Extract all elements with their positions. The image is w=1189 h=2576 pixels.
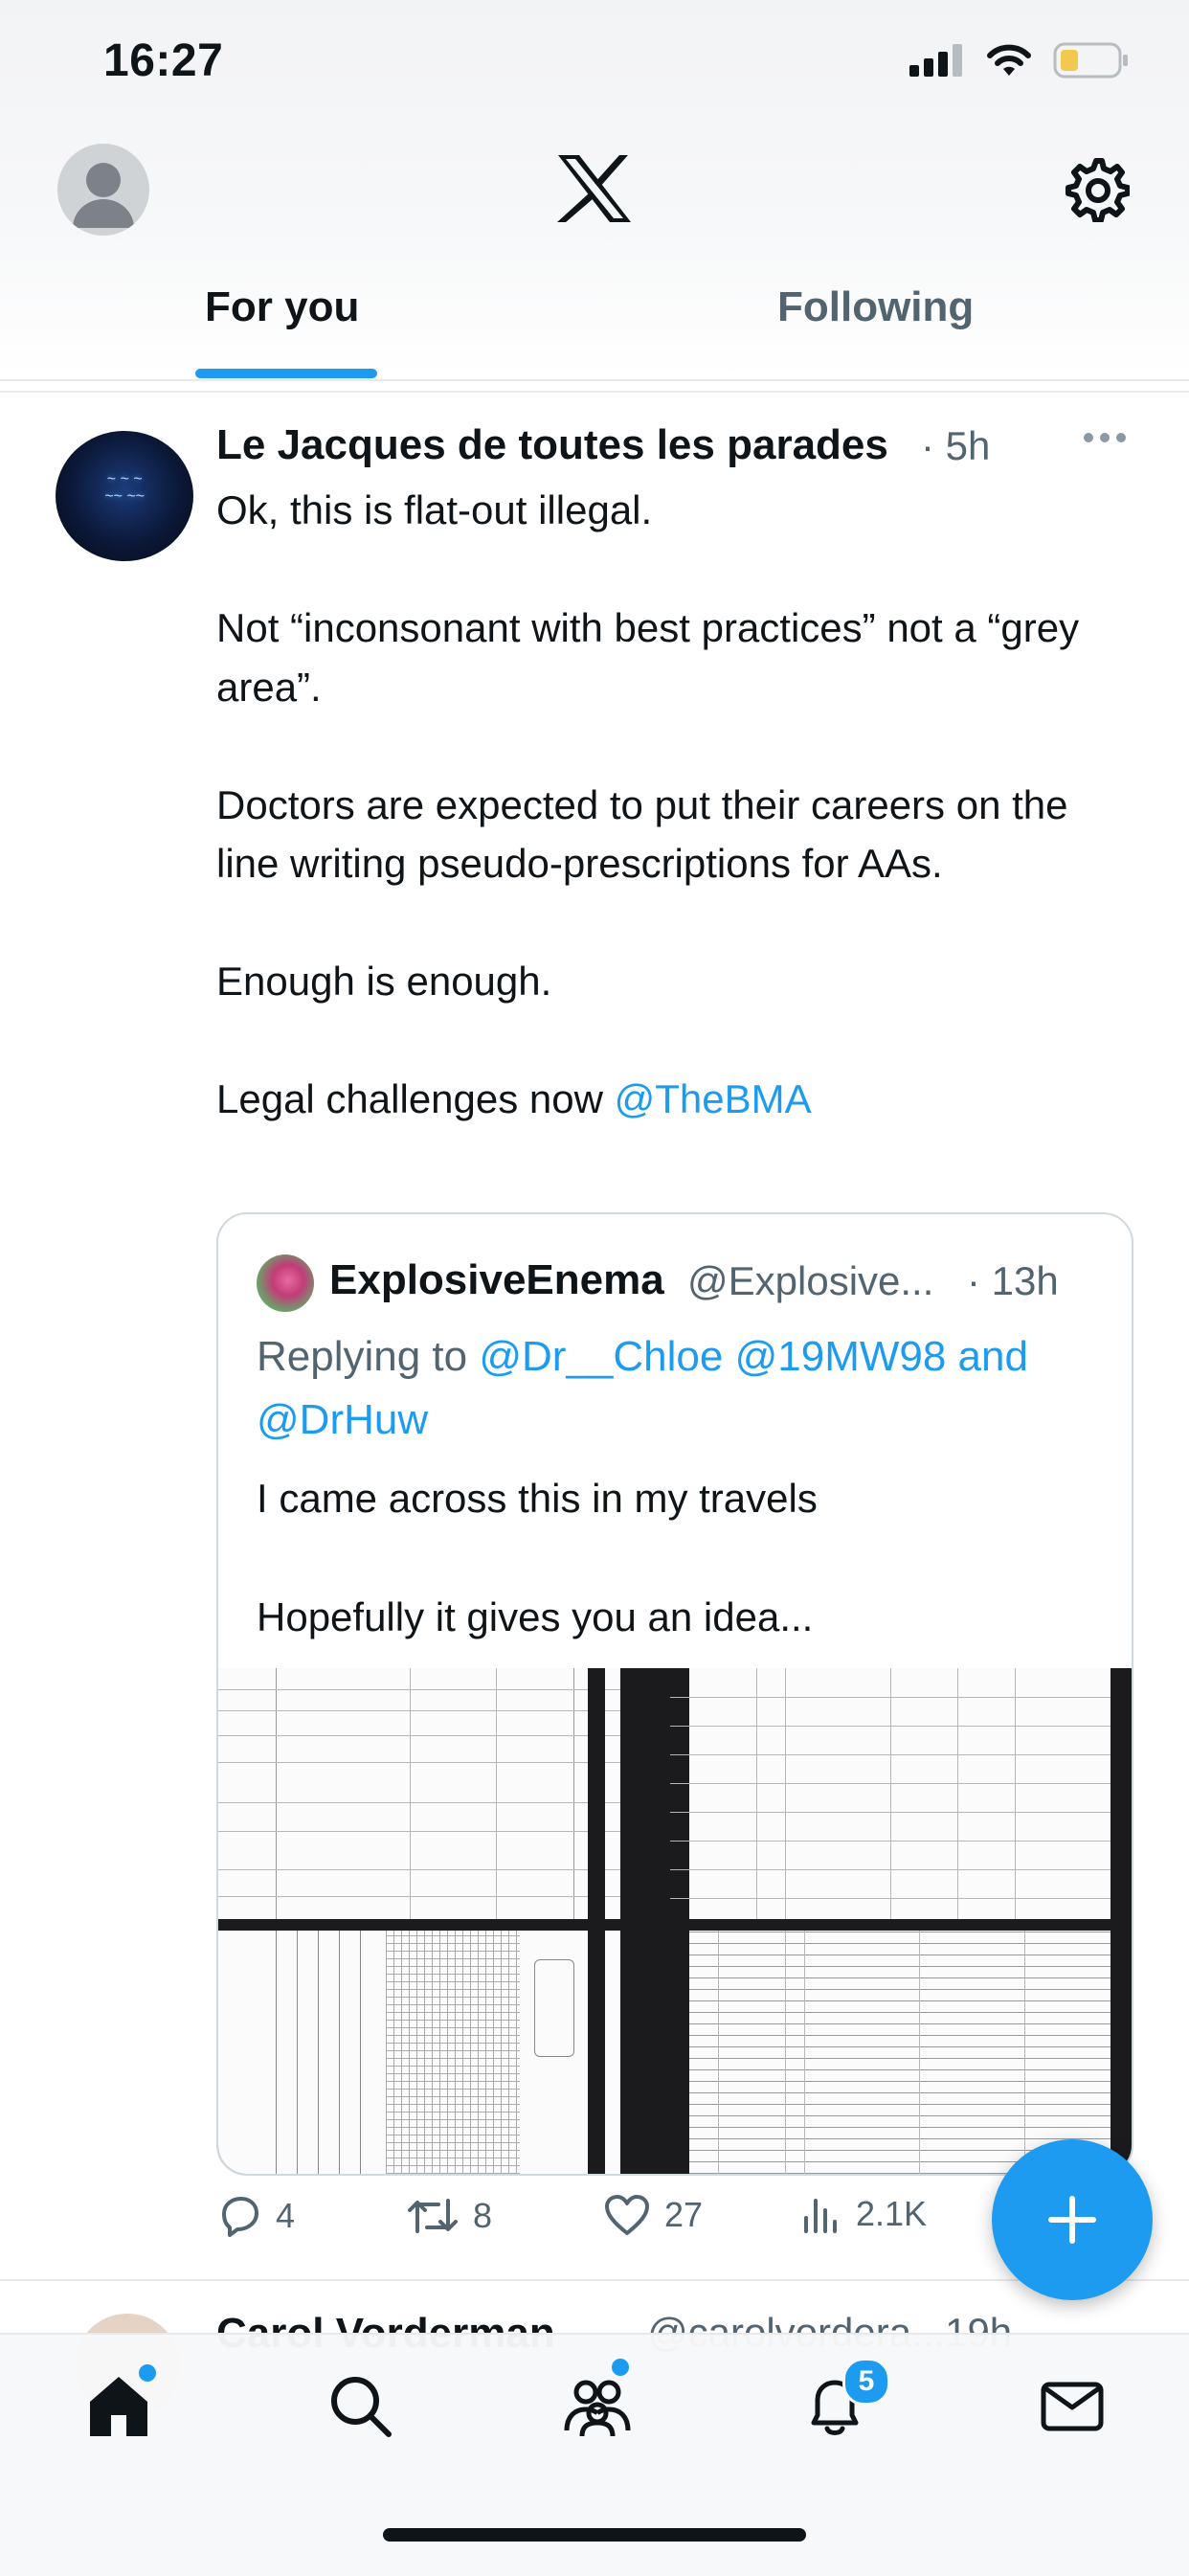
compose-button[interactable] bbox=[992, 2139, 1153, 2300]
views-button[interactable]: 2.1K bbox=[800, 2193, 927, 2235]
tweet-text: Ok, this is flat-out illegal. Not “incon… bbox=[216, 481, 1135, 1129]
tweet-body: Ok, this is flat-out illegal. Not “incon… bbox=[216, 487, 1080, 1121]
mention-link[interactable]: @TheBMA bbox=[615, 1076, 812, 1121]
tweet-time: · 5h bbox=[921, 423, 991, 468]
views-icon bbox=[804, 2199, 837, 2233]
status-time: 16:27 bbox=[103, 35, 224, 86]
tweet-divider bbox=[0, 2279, 1189, 2281]
quoted-media-grid[interactable] bbox=[218, 1668, 1132, 2174]
media-image-1[interactable] bbox=[218, 1668, 653, 1919]
status-icons bbox=[909, 42, 1130, 79]
avatar-neon-art: ~ ~ ~ ~~ ~~ bbox=[104, 471, 145, 505]
more-icon[interactable] bbox=[1082, 431, 1128, 444]
home-new-dot bbox=[136, 2361, 159, 2384]
quoted-tweet[interactable]: ExplosiveEnema @Explosive... · 13h Reply… bbox=[216, 1212, 1133, 2176]
replying-to: Replying to @Dr__Chloe @19MW98 and @DrHu… bbox=[257, 1325, 1099, 1452]
tab-for-you[interactable]: For you bbox=[205, 283, 359, 331]
quoted-text: I came across this in my travels Hopeful… bbox=[257, 1476, 818, 1639]
notifications-badge: 5 bbox=[842, 2358, 890, 2406]
search-icon[interactable] bbox=[324, 2369, 396, 2442]
reply-count: 4 bbox=[276, 2196, 296, 2235]
replying-prefix: Replying to bbox=[257, 1333, 480, 1380]
signal-icon bbox=[909, 44, 962, 77]
like-button[interactable]: 27 bbox=[603, 2193, 703, 2237]
battery-icon bbox=[1053, 42, 1128, 79]
heart-icon bbox=[605, 2195, 649, 2235]
profile-avatar-icon[interactable] bbox=[57, 144, 149, 236]
tab-selected-indicator bbox=[195, 369, 377, 378]
media-image-2[interactable] bbox=[670, 1668, 1132, 1919]
tab-following[interactable]: Following bbox=[777, 283, 974, 331]
plus-icon bbox=[1048, 2196, 1096, 2244]
author-name[interactable]: Le Jacques de toutes les parades bbox=[216, 421, 888, 469]
author-avatar[interactable]: ~ ~ ~ ~~ ~~ bbox=[56, 431, 193, 561]
like-count: 27 bbox=[664, 2195, 704, 2234]
gear-icon[interactable] bbox=[1063, 155, 1130, 222]
retweet-icon bbox=[408, 2199, 458, 2233]
x-logo-icon[interactable] bbox=[556, 153, 633, 224]
retweet-button[interactable]: 8 bbox=[406, 2193, 492, 2239]
reply-icon bbox=[222, 2197, 258, 2237]
reply-button[interactable]: 4 bbox=[216, 2193, 295, 2239]
retweet-count: 8 bbox=[473, 2196, 493, 2235]
quoted-author-handle: @Explosive... bbox=[687, 1258, 934, 1303]
communities-icon[interactable] bbox=[561, 2369, 634, 2442]
wifi-icon bbox=[987, 44, 1031, 76]
home-indicator bbox=[383, 2528, 806, 2542]
header-divider bbox=[0, 379, 1189, 381]
quoted-author-name: ExplosiveEnema bbox=[329, 1256, 664, 1303]
communities-new-dot bbox=[609, 2356, 632, 2379]
media-image-4[interactable] bbox=[670, 1931, 1132, 2174]
media-image-3[interactable] bbox=[218, 1931, 653, 2174]
mail-icon[interactable] bbox=[1036, 2369, 1109, 2442]
quoted-time: · 13h bbox=[967, 1258, 1059, 1303]
feed-top-divider bbox=[0, 391, 1189, 393]
quoted-avatar bbox=[257, 1254, 314, 1312]
views-count: 2.1K bbox=[856, 2194, 928, 2233]
